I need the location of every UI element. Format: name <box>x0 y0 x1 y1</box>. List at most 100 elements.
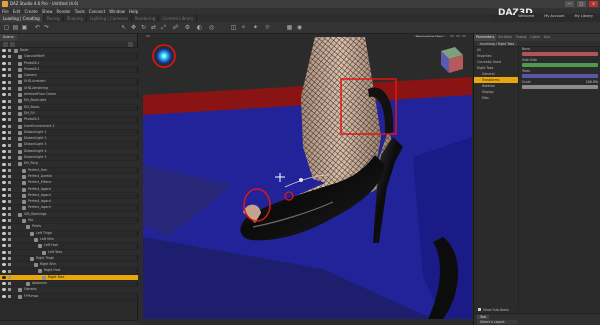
property-slider[interactable] <box>522 85 598 89</box>
lock-icon[interactable] <box>8 162 11 166</box>
tab-content-library[interactable]: Content Library <box>159 14 198 22</box>
filter-icon[interactable] <box>3 42 8 47</box>
lock-icon[interactable] <box>8 206 11 210</box>
tab-lights[interactable]: Lights <box>528 34 542 41</box>
menu-connect[interactable]: Connect <box>89 9 106 14</box>
lock-icon[interactable] <box>8 68 11 72</box>
lock-icon[interactable] <box>8 269 11 273</box>
visibility-eye-icon[interactable] <box>2 206 6 210</box>
close-button[interactable]: ✕ <box>589 1 598 7</box>
visibility-eye-icon[interactable] <box>2 55 6 59</box>
open-icon[interactable]: ▤ <box>12 24 19 31</box>
visibility-eye-icon[interactable] <box>2 244 6 248</box>
lock-icon[interactable] <box>8 294 11 298</box>
lock-icon[interactable] <box>8 74 11 78</box>
visibility-eye-icon[interactable] <box>2 80 6 84</box>
visibility-eye-icon[interactable] <box>2 219 6 223</box>
visibility-eye-icon[interactable] <box>2 250 6 254</box>
point-light-icon[interactable]: ✦ <box>252 24 259 31</box>
lock-icon[interactable] <box>8 288 11 292</box>
visibility-eye-icon[interactable] <box>2 181 6 185</box>
visibility-eye-icon[interactable] <box>2 61 6 65</box>
lock-icon[interactable] <box>8 118 11 122</box>
show-sub-items-checkbox[interactable] <box>478 308 481 311</box>
lock-icon[interactable] <box>8 212 11 216</box>
lock-icon[interactable] <box>8 168 11 172</box>
tab-posing-pane[interactable]: Posing <box>514 34 528 41</box>
lock-icon[interactable] <box>8 225 11 229</box>
visibility-eye-icon[interactable] <box>2 156 6 160</box>
lock-icon[interactable] <box>8 86 11 90</box>
visibility-eye-icon[interactable] <box>2 212 6 216</box>
visibility-eye-icon[interactable] <box>2 49 6 53</box>
options-icon[interactable] <box>10 42 15 47</box>
lock-icon[interactable] <box>8 137 11 141</box>
tab-loading-creating[interactable]: Loading | Creating <box>0 14 44 22</box>
lock-icon[interactable] <box>8 55 11 59</box>
welcome-link[interactable]: Welcome <box>515 13 538 19</box>
spotlight-icon[interactable]: ✧ <box>240 24 247 31</box>
lock-icon[interactable] <box>8 131 11 135</box>
scene-tree-row[interactable]: FFPumps <box>0 294 138 300</box>
spot-render-icon[interactable]: ◎ <box>208 24 215 31</box>
property-value[interactable]: 100.0% <box>586 80 598 84</box>
visibility-eye-icon[interactable] <box>2 187 6 191</box>
universal-tool-icon[interactable]: ✥ <box>130 24 137 31</box>
menu-show[interactable]: Show <box>42 9 53 14</box>
visibility-eye-icon[interactable] <box>2 231 6 235</box>
undo-icon[interactable]: ↶ <box>34 24 41 31</box>
visibility-eye-icon[interactable] <box>2 86 6 90</box>
lock-icon[interactable] <box>8 187 11 191</box>
tab-rendering[interactable]: Rendering <box>132 14 160 22</box>
visibility-eye-icon[interactable] <box>2 105 6 109</box>
lock-icon[interactable] <box>8 181 11 185</box>
save-icon[interactable]: ▣ <box>21 24 28 31</box>
tab-tool[interactable]: Tool <box>477 315 490 319</box>
menu-file[interactable]: File <box>2 9 9 14</box>
lock-icon[interactable] <box>8 143 11 147</box>
tab-posing[interactable]: Posing <box>44 14 64 22</box>
lock-icon[interactable] <box>8 238 11 242</box>
visibility-eye-icon[interactable] <box>2 149 6 153</box>
lock-icon[interactable] <box>8 99 11 103</box>
my-account-link[interactable]: My Account <box>541 13 568 19</box>
scale-tool-icon[interactable]: ⤢ <box>160 24 167 31</box>
pane-menu-icon[interactable] <box>128 42 133 47</box>
tab-scene[interactable]: Scene <box>0 34 17 41</box>
property-group-item[interactable]: Misc <box>474 95 518 101</box>
minimize-button[interactable]: — <box>565 1 574 7</box>
lock-icon[interactable] <box>8 275 11 279</box>
visibility-eye-icon[interactable] <box>2 275 6 279</box>
lock-icon[interactable] <box>8 149 11 153</box>
node-select-icon[interactable]: ↖ <box>120 24 127 31</box>
tab-surfaces[interactable]: Surfaces <box>496 34 514 41</box>
layout-select[interactable]: Select a Layout <box>477 320 517 324</box>
render-icon[interactable]: ◉ <box>296 24 303 31</box>
surface-selection-icon[interactable]: ◐ <box>196 24 203 31</box>
lock-icon[interactable] <box>8 256 11 260</box>
lock-icon[interactable] <box>8 93 11 97</box>
visibility-eye-icon[interactable] <box>2 74 6 78</box>
visibility-eye-icon[interactable] <box>2 68 6 72</box>
visibility-eye-icon[interactable] <box>2 263 6 267</box>
render-settings-icon[interactable]: ▦ <box>286 24 293 31</box>
visibility-eye-icon[interactable] <box>2 194 6 198</box>
menu-tools[interactable]: Tools <box>75 9 85 14</box>
redo-icon[interactable]: ↷ <box>43 24 50 31</box>
visibility-eye-icon[interactable] <box>2 118 6 122</box>
lock-icon[interactable] <box>8 244 11 248</box>
node-select[interactable]: Incoming / Right Toes <box>477 41 518 46</box>
lock-icon[interactable] <box>8 156 11 160</box>
menu-help[interactable]: Help <box>129 9 138 14</box>
visibility-eye-icon[interactable] <box>2 200 6 204</box>
lock-icon[interactable] <box>8 282 11 286</box>
property-slider[interactable] <box>522 63 598 67</box>
new-scene-icon[interactable]: ▢ <box>3 24 10 31</box>
maximize-button[interactable]: □ <box>577 1 586 7</box>
camera-icon[interactable]: ◫ <box>230 24 237 31</box>
lock-icon[interactable] <box>8 124 11 128</box>
joint-editor-icon[interactable]: ⚙ <box>184 24 191 31</box>
visibility-eye-icon[interactable] <box>2 225 6 229</box>
visibility-eye-icon[interactable] <box>2 294 6 298</box>
lock-icon[interactable] <box>8 231 11 235</box>
